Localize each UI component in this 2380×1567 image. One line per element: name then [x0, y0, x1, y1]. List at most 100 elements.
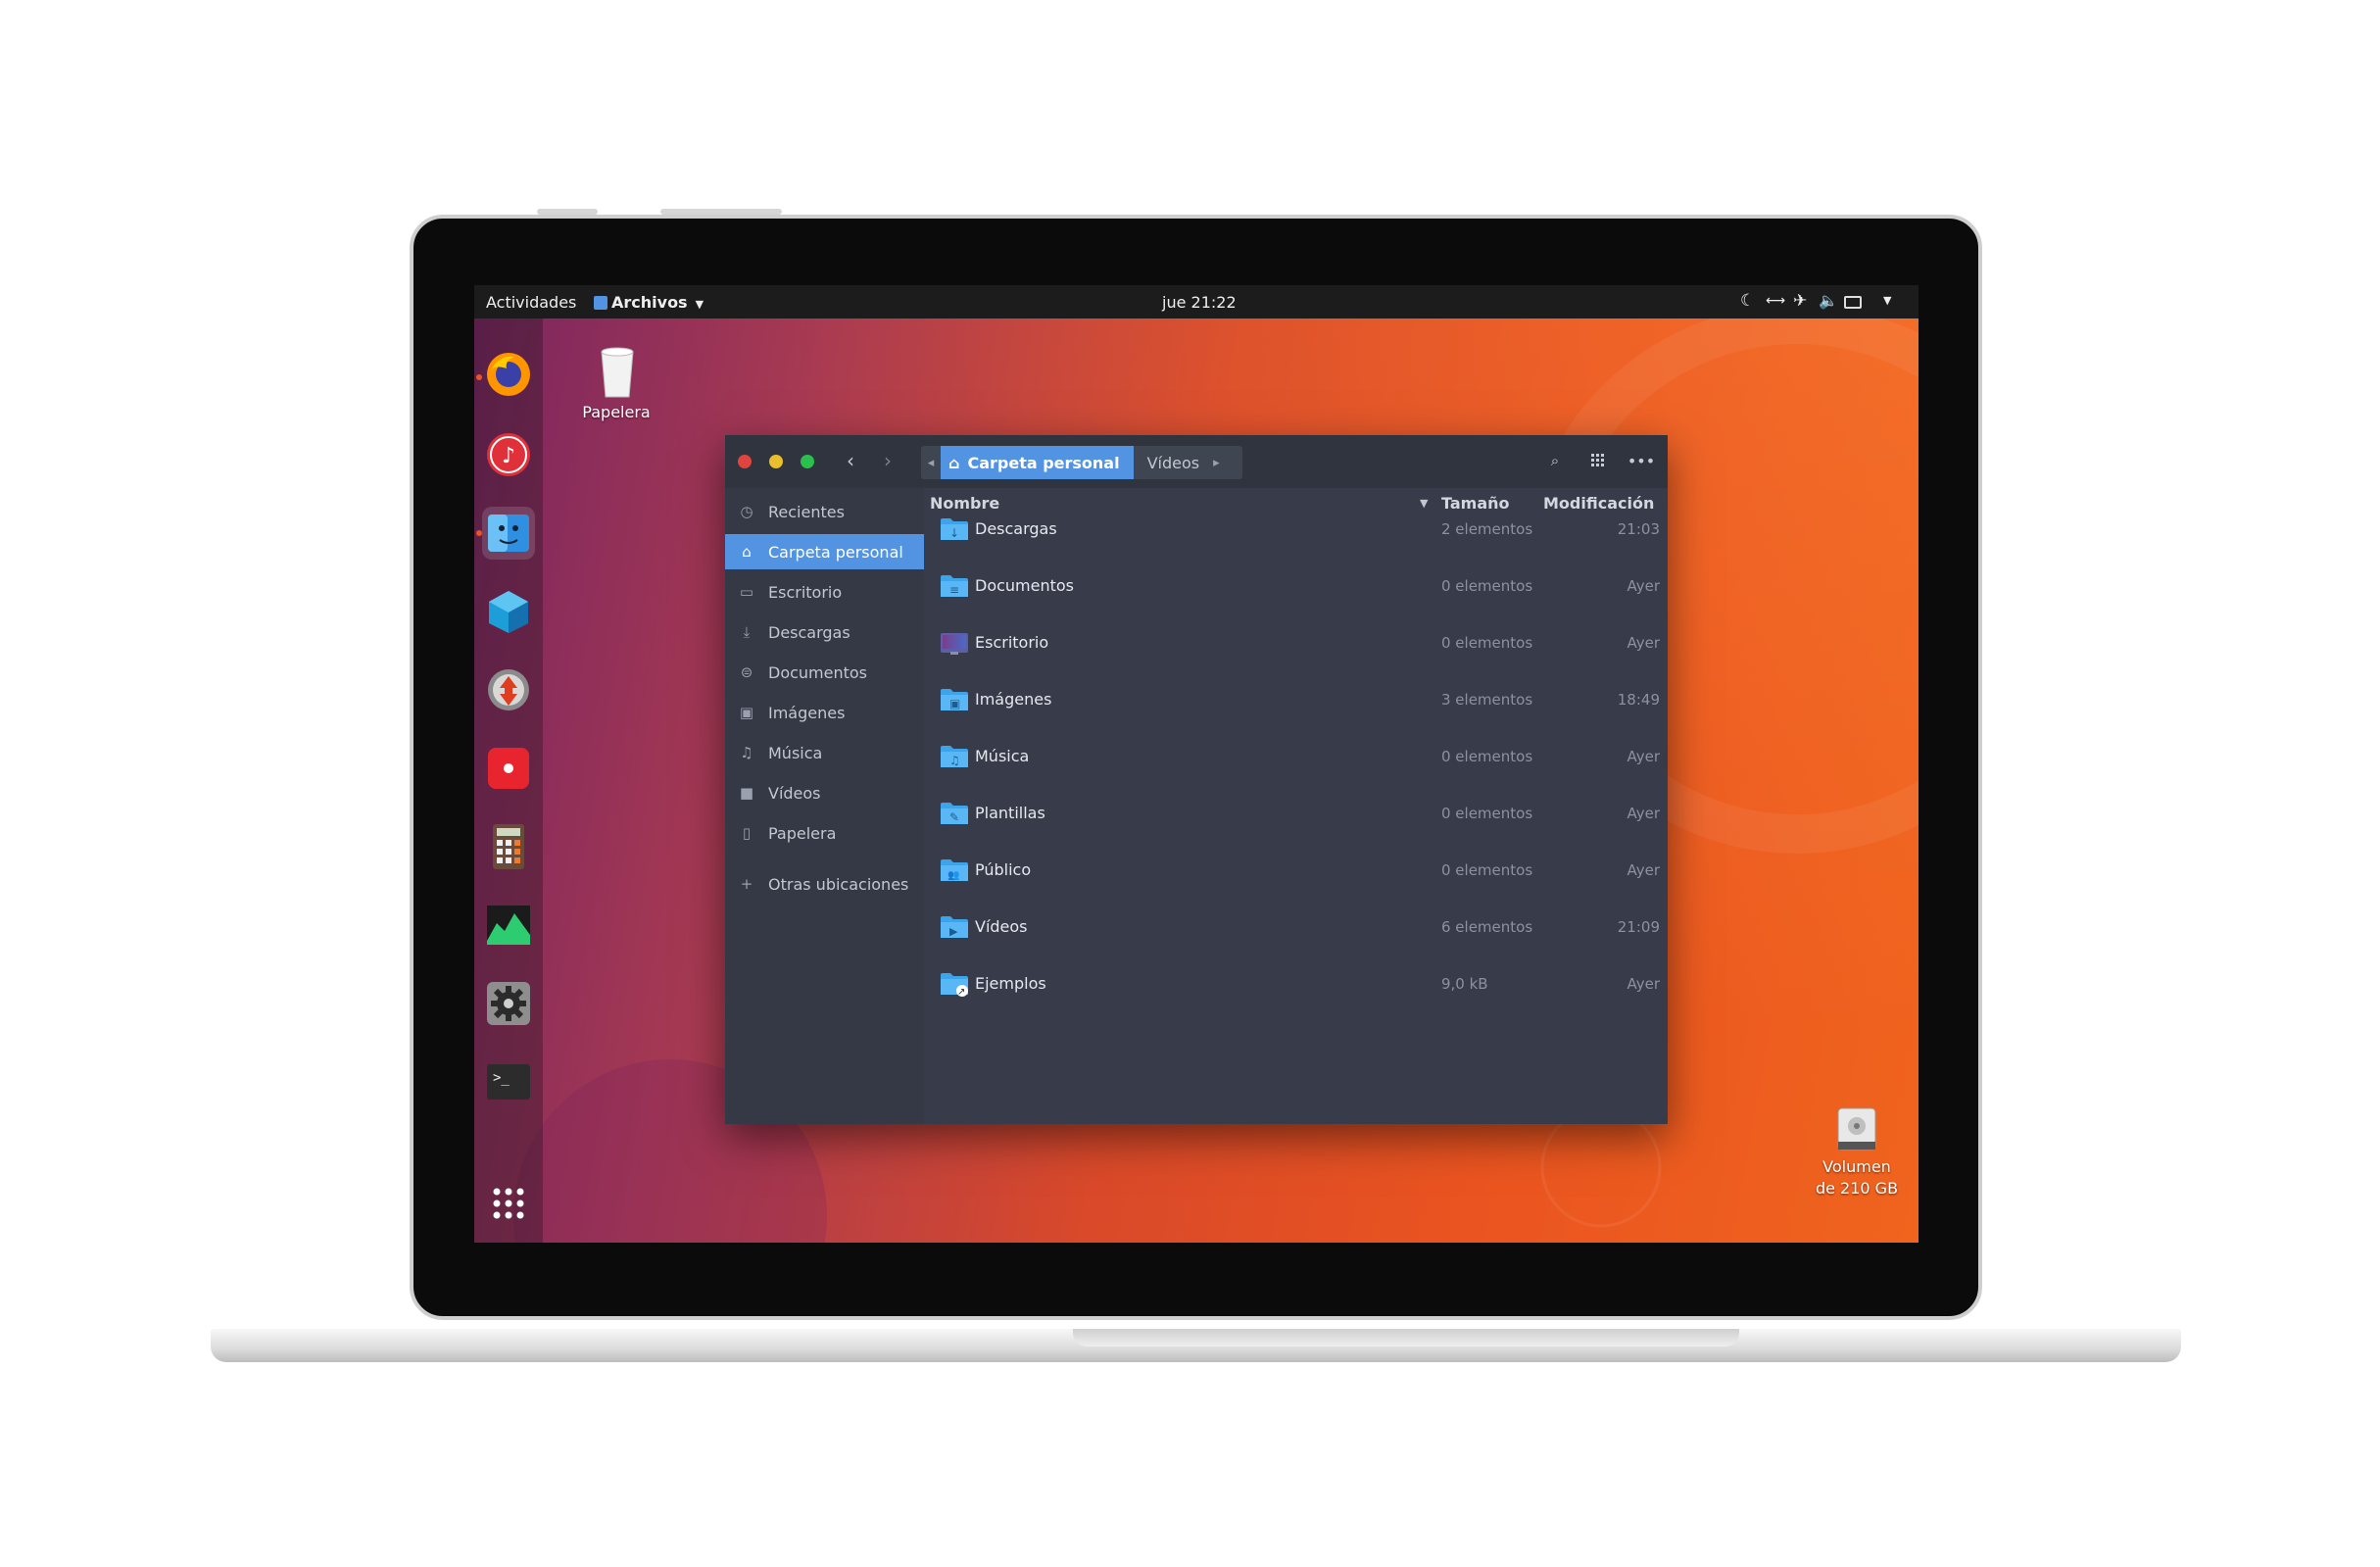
files-icon[interactable]	[482, 507, 535, 560]
file-list-view: Nombre ▼ Tamaño Modificación ↓ Descargas…	[924, 488, 1668, 1124]
sidebar-item-documentos[interactable]: ⊜ Documentos	[725, 655, 924, 690]
table-row[interactable]: ↗ Ejemplos 9,0 kB Ayer	[924, 957, 1668, 1014]
top-bar: Actividades Archivos ▼ jue 21:22 ☾ ⟷ ✈ 🔈…	[474, 285, 1919, 318]
file-size: 0 elementos	[1441, 577, 1533, 595]
file-modified: 21:09	[1617, 918, 1660, 936]
desktop-trash[interactable]: Papelera	[572, 346, 660, 434]
file-size: 9,0 kB	[1441, 975, 1488, 993]
breadcrumb-next[interactable]: Vídeos	[1134, 454, 1214, 472]
file-modified: Ayer	[1627, 805, 1660, 822]
apps-grid-icon[interactable]	[482, 1177, 535, 1230]
table-row[interactable]: ✎ Plantillas 0 elementos Ayer	[924, 787, 1668, 844]
screen-recorder-icon[interactable]	[482, 742, 535, 795]
dock: ♪ >_	[474, 318, 543, 1243]
folder-music-icon: ♫	[940, 744, 969, 769]
update-icon[interactable]	[482, 663, 535, 716]
file-name: Descargas	[975, 519, 1057, 538]
file-size: 6 elementos	[1441, 918, 1533, 936]
view-grid-icon[interactable]	[1587, 450, 1609, 471]
network-icon[interactable]: ⟷	[1766, 293, 1785, 309]
airplane-mode-icon[interactable]: ✈	[1793, 291, 1807, 311]
laptop-base	[211, 1329, 2181, 1362]
sidebar-item-label: Escritorio	[768, 582, 843, 602]
sidebar-item-musica[interactable]: ♫ Música	[725, 735, 924, 770]
trash-icon: ▯	[742, 824, 752, 842]
clock[interactable]: jue 21:22	[1162, 293, 1237, 312]
activities-button[interactable]: Actividades	[486, 293, 576, 312]
terminal-icon[interactable]: >_	[482, 1055, 535, 1108]
back-button[interactable]: ‹	[840, 449, 861, 472]
folder-documents-icon: ≡	[940, 573, 969, 599]
volume-icon[interactable]: 🔈	[1819, 291, 1838, 310]
rhythmbox-icon[interactable]: ♪	[482, 428, 535, 481]
files-app-icon	[594, 296, 607, 310]
table-row[interactable]: ♫ Música 0 elementos Ayer	[924, 730, 1668, 787]
home-icon: ⌂	[742, 543, 752, 561]
volume-label-line2: de 210 GB	[1815, 1179, 1899, 1198]
file-name: Plantillas	[975, 804, 1045, 822]
breadcrumb-scroll-left[interactable]: ◂	[921, 456, 941, 470]
system-monitor-icon[interactable]	[482, 899, 535, 952]
sidebar-item-imagenes[interactable]: ▣ Imágenes	[725, 695, 924, 730]
firefox-icon[interactable]	[482, 348, 535, 401]
more-options-icon[interactable]: •••	[1627, 450, 1655, 471]
breadcrumb-scroll-right[interactable]: ▸	[1213, 456, 1220, 470]
file-name: Música	[975, 747, 1030, 765]
laptop-base-notch	[1073, 1329, 1739, 1347]
folder-emblem: ♫	[949, 754, 960, 767]
sidebar-item-escritorio[interactable]: ▭ Escritorio	[725, 574, 924, 610]
table-row[interactable]: ▶ Vídeos 6 elementos 21:09	[924, 901, 1668, 957]
file-modified: Ayer	[1627, 748, 1660, 765]
night-light-icon[interactable]: ☾	[1740, 291, 1755, 311]
file-size: 2 elementos	[1441, 520, 1533, 538]
settings-icon[interactable]	[482, 977, 535, 1030]
sidebar-item-videos[interactable]: ■ Vídeos	[725, 775, 924, 810]
file-size: 3 elementos	[1441, 691, 1533, 709]
table-row[interactable]: 👥 Público 0 elementos Ayer	[924, 844, 1668, 901]
minimize-button[interactable]	[769, 455, 783, 468]
sidebar-item-otras-ubicaciones[interactable]: + Otras ubicaciones	[725, 866, 924, 902]
desktop-screen: Actividades Archivos ▼ jue 21:22 ☾ ⟷ ✈ 🔈…	[474, 285, 1919, 1243]
sidebar-item-label: Imágenes	[768, 703, 846, 722]
desktop-icon: ▭	[739, 583, 754, 601]
trash-icon	[601, 347, 634, 398]
maximize-button[interactable]	[801, 455, 814, 468]
file-modified: Ayer	[1627, 975, 1660, 993]
video-icon: ■	[739, 784, 754, 802]
file-modified: Ayer	[1627, 634, 1660, 652]
volume-label-line1: Volumen	[1822, 1157, 1891, 1176]
folder-emblem: ✎	[949, 810, 959, 824]
file-name: Escritorio	[975, 633, 1049, 652]
battery-icon[interactable]	[1844, 296, 1862, 309]
breadcrumb: ◂ ⌂ Carpeta personal Vídeos ▸	[921, 446, 1242, 479]
desktop-volume[interactable]: Volumen de 210 GB	[1803, 1104, 1911, 1212]
calculator-icon[interactable]	[482, 820, 535, 873]
table-row[interactable]: ▣ Imágenes 3 elementos 18:49	[924, 673, 1668, 730]
software-icon[interactable]	[482, 585, 535, 638]
system-menu-chevron-icon[interactable]: ▼	[1883, 294, 1891, 307]
sidebar-item-recientes[interactable]: ◷ Recientes	[725, 494, 924, 529]
breadcrumb-home[interactable]: ⌂ Carpeta personal	[941, 446, 1134, 479]
app-menu[interactable]: Archivos ▼	[594, 293, 704, 312]
folder-desktop-icon	[940, 630, 969, 656]
file-size: 0 elementos	[1441, 861, 1533, 879]
folder-emblem: 👥	[947, 870, 959, 881]
file-modified: Ayer	[1627, 577, 1660, 595]
sidebar-item-label: Recientes	[768, 502, 845, 521]
close-button[interactable]	[738, 455, 752, 468]
file-manager-window: ‹ › ◂ ⌂ Carpeta personal Vídeos ▸ ⌕ ••• …	[725, 435, 1668, 1124]
sidebar-item-carpeta-personal[interactable]: ⌂ Carpeta personal	[725, 534, 924, 569]
file-modified: 18:49	[1617, 691, 1660, 709]
plus-icon: +	[740, 875, 753, 893]
table-row[interactable]: ↓ Descargas 2 elementos 21:03	[924, 503, 1668, 560]
sidebar-item-label: Documentos	[768, 662, 868, 682]
table-row[interactable]: Escritorio 0 elementos Ayer	[924, 616, 1668, 673]
sidebar-item-label: Papelera	[768, 823, 837, 843]
sidebar-item-papelera[interactable]: ▯ Papelera	[725, 815, 924, 851]
search-icon[interactable]: ⌕	[1544, 450, 1566, 471]
sidebar-item-label: Otras ubicaciones	[768, 874, 909, 894]
table-row[interactable]: ≡ Documentos 0 elementos Ayer	[924, 560, 1668, 616]
forward-button[interactable]: ›	[877, 449, 899, 472]
download-icon: ⤓	[743, 623, 751, 641]
sidebar-item-descargas[interactable]: ⤓ Descargas	[725, 614, 924, 650]
